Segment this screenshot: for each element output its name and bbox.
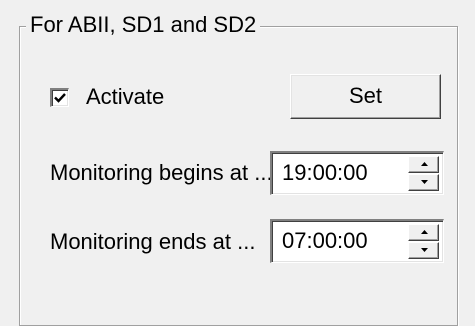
monitoring-ends-spinner[interactable] xyxy=(408,224,439,259)
monitoring-begins-increment-button[interactable] xyxy=(408,156,439,173)
monitoring-ends-increment-button[interactable] xyxy=(408,224,439,241)
activate-label[interactable]: Activate xyxy=(86,84,164,110)
monitoring-begins-label: Monitoring begins at ... xyxy=(50,160,273,185)
groupbox-title: For ABII, SD1 and SD2 xyxy=(26,12,261,38)
monitoring-begins-decrement-button[interactable] xyxy=(408,174,439,191)
arrow-down-icon xyxy=(421,180,428,184)
monitoring-begins-spinner[interactable] xyxy=(408,156,439,191)
set-button[interactable]: Set xyxy=(290,74,441,119)
set-button-label: Set xyxy=(348,83,383,108)
activate-checkbox[interactable] xyxy=(50,87,69,107)
monitoring-ends-time-field[interactable]: 07:00:00 xyxy=(270,219,444,263)
monitoring-ends-decrement-button[interactable] xyxy=(408,242,439,259)
arrow-down-icon xyxy=(421,248,428,252)
check-icon xyxy=(54,92,66,103)
monitoring-begins-value[interactable]: 19:00:00 xyxy=(282,160,368,186)
arrow-up-icon xyxy=(421,162,428,166)
monitoring-ends-label: Monitoring ends at ... xyxy=(50,229,256,254)
arrow-up-icon xyxy=(421,230,428,234)
monitoring-begins-time-field[interactable]: 19:00:00 xyxy=(270,151,444,195)
activate-checkbox-row[interactable]: Activate xyxy=(50,84,164,110)
monitoring-ends-value[interactable]: 07:00:00 xyxy=(282,228,368,254)
